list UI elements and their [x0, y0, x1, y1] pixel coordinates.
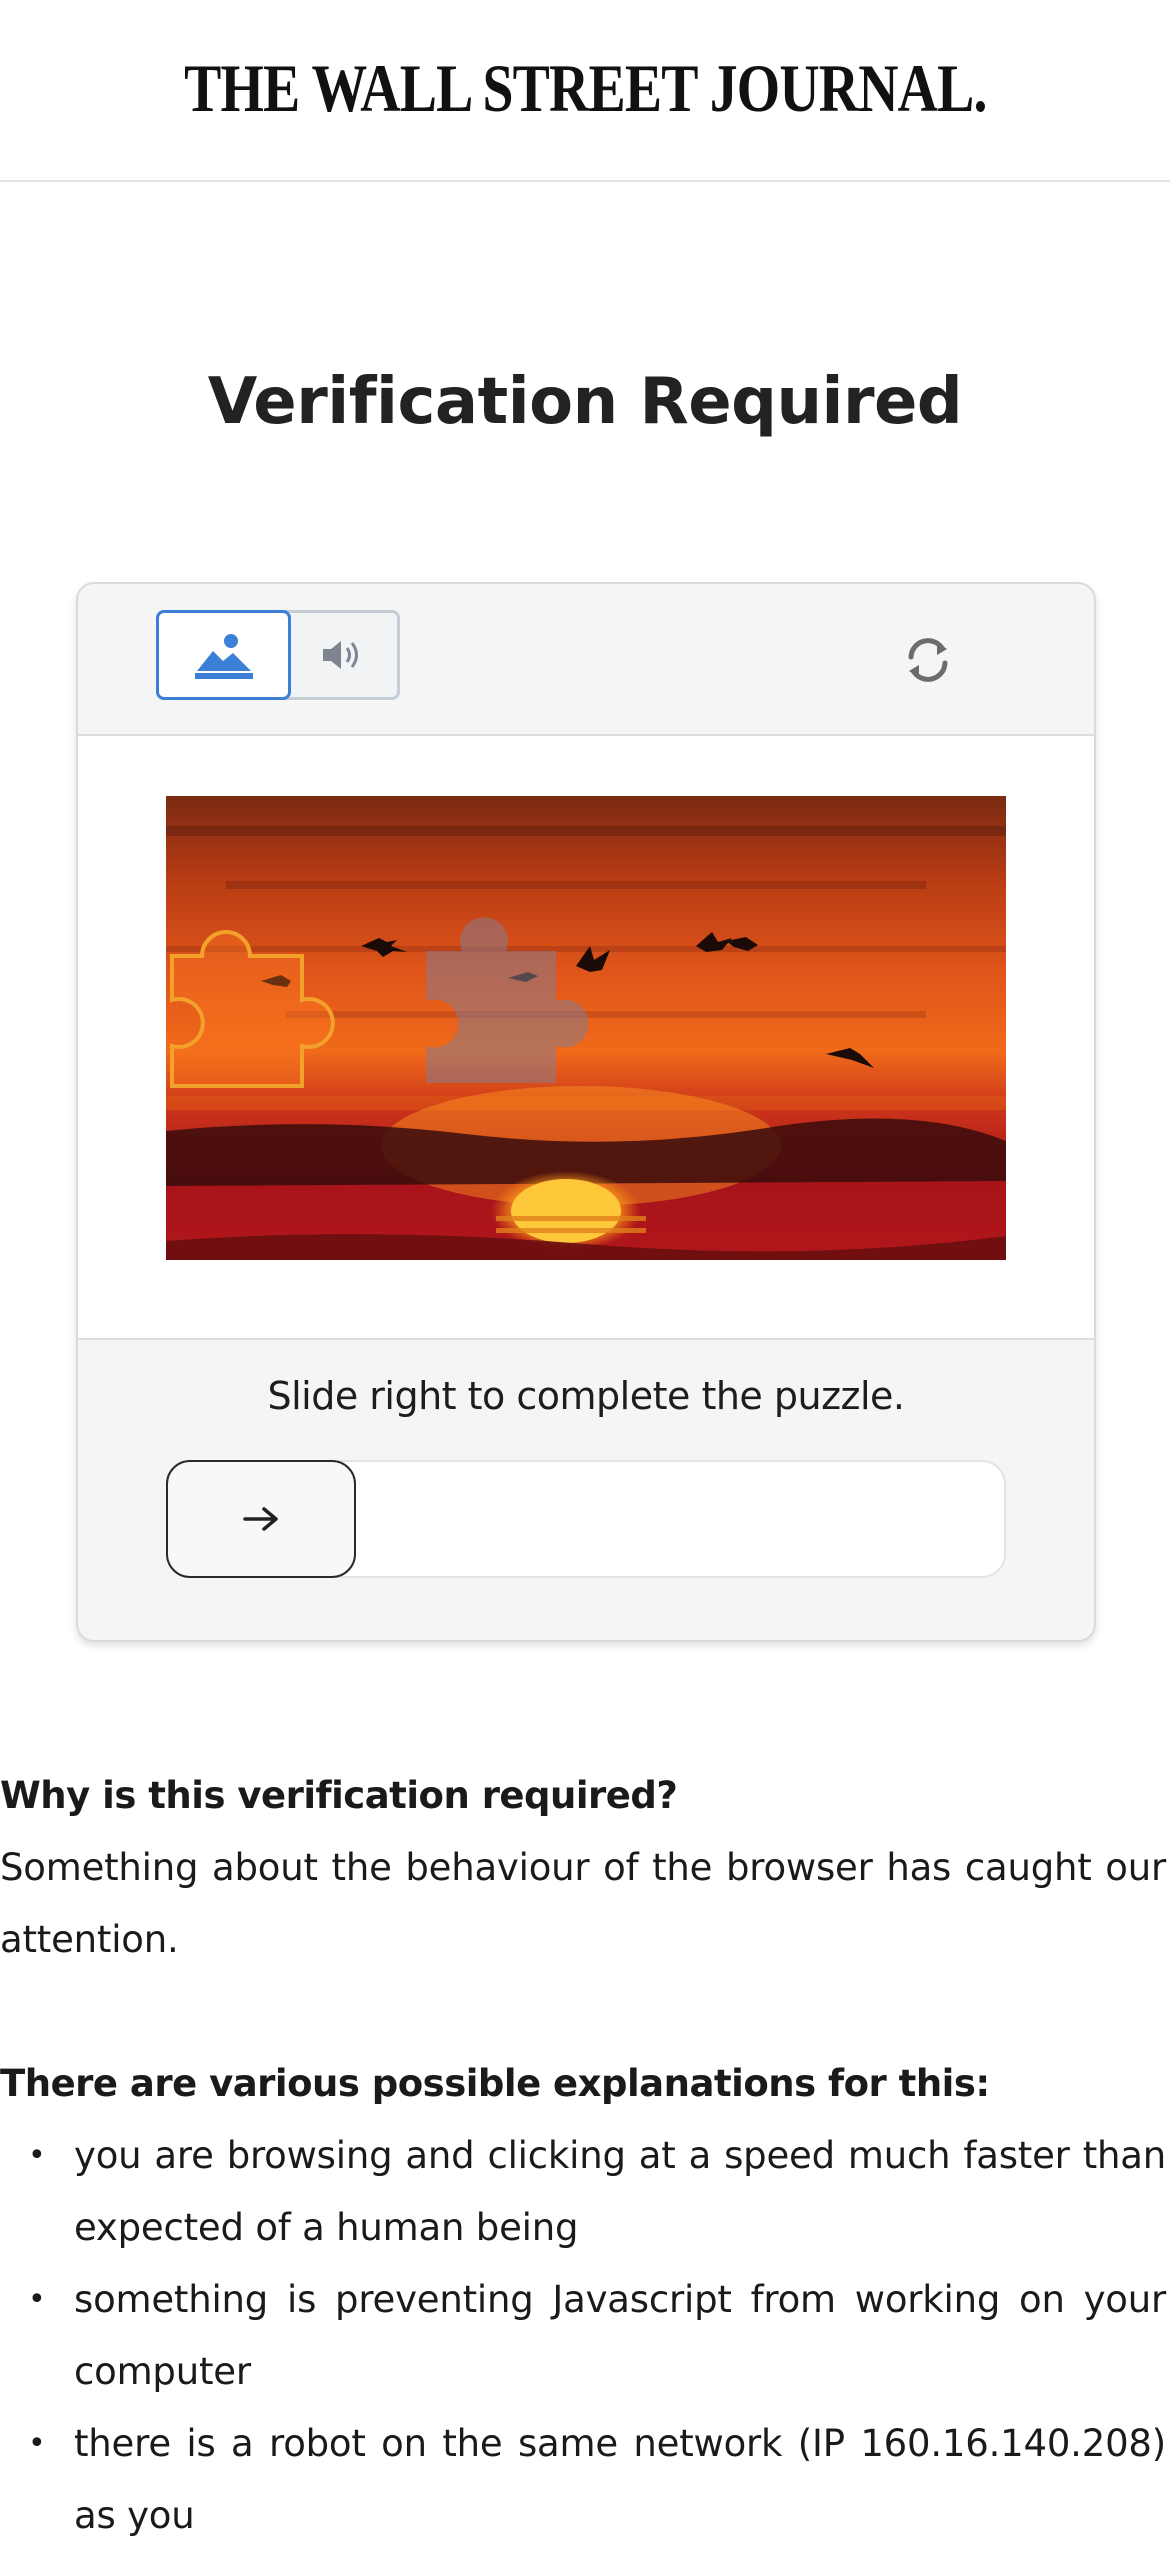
- arrow-right-icon: [243, 1507, 278, 1531]
- puzzle-image-area: [78, 736, 1094, 1340]
- refresh-icon: [908, 638, 948, 682]
- puzzle-image: [166, 796, 1006, 1260]
- list-item: • there is a robot on the same network (I…: [28, 2408, 1170, 2552]
- image-mode-button[interactable]: [156, 610, 291, 700]
- audio-mode-button[interactable]: [291, 613, 397, 697]
- why-heading: Why is this verification required?: [0, 1774, 678, 1817]
- captcha-footer: Slide right to complete the puzzle.: [78, 1340, 1094, 1640]
- reasons-heading: There are various possible explanations …: [0, 2062, 990, 2105]
- bullet: •: [28, 2426, 46, 2461]
- reason-text: something is preventing Javascript from …: [74, 2278, 1166, 2393]
- slider-handle[interactable]: [166, 1460, 356, 1578]
- captcha-mode-switch: [156, 610, 400, 700]
- verification-explanation: Why is this verification required? Somet…: [0, 1760, 1170, 2552]
- page-title: Verification Required: [207, 365, 963, 439]
- why-text: Something about the behaviour of the bro…: [0, 1846, 1166, 1961]
- image-icon: [194, 634, 253, 679]
- reason-text: there is a robot on the same network (IP…: [74, 2422, 1166, 2537]
- slide-instruction: Slide right to complete the puzzle.: [267, 1374, 905, 1418]
- slider-track[interactable]: [166, 1460, 1006, 1578]
- bullet: •: [28, 2282, 46, 2317]
- refresh-button[interactable]: [896, 628, 960, 692]
- reasons-list: • you are browsing and clicking at a spee…: [0, 2120, 1170, 2552]
- captcha-widget: Slide right to complete the puzzle.: [76, 582, 1096, 1642]
- captcha-toolbar: [78, 584, 1094, 736]
- list-item: • you are browsing and clicking at a spee…: [28, 2120, 1170, 2264]
- list-item: • something is preventing Javascript from…: [28, 2264, 1170, 2408]
- masthead: THE WALL STREET JOURNAL.: [0, 0, 1170, 182]
- speaker-icon: [323, 641, 358, 669]
- bullet: •: [28, 2138, 46, 2173]
- reason-text: you are browsing and clicking at a speed…: [74, 2134, 1166, 2249]
- wsj-logo[interactable]: THE WALL STREET JOURNAL.: [184, 49, 987, 128]
